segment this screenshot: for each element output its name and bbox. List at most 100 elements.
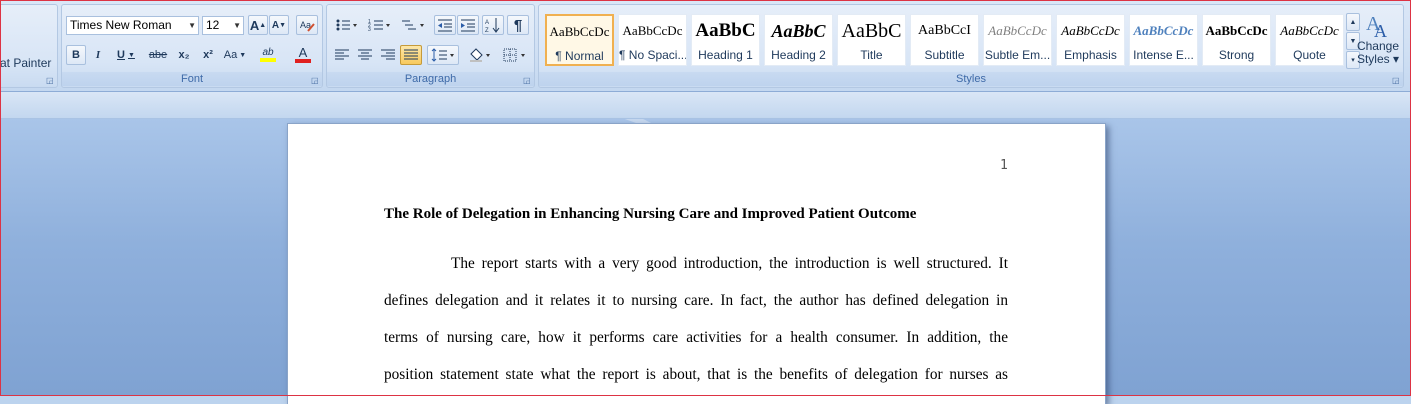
change-styles-button[interactable]: A A Change Styles ▾ [1355, 9, 1401, 73]
align-center-icon [358, 49, 372, 60]
font-color-button[interactable]: A [287, 45, 319, 65]
style-name: Subtle Em... [984, 48, 1051, 62]
font-size-combo[interactable]: 12 ▼ [202, 16, 244, 35]
style-sample: AaBbC [695, 20, 756, 41]
font-group-label: Font [62, 72, 322, 86]
paragraph-line[interactable]: defines delegation and it relates it to … [384, 292, 1008, 310]
style-name: ¶ No Spaci... [619, 48, 686, 62]
chevron-down-icon: ▼ [188, 21, 196, 30]
subscript-icon: x₂ [178, 49, 190, 61]
superscript-icon: x² [203, 49, 213, 61]
shrink-font-button[interactable]: A ▼ [269, 15, 289, 35]
svg-text:Z: Z [485, 28, 489, 33]
increase-indent-icon [461, 19, 475, 32]
svg-text:A: A [1374, 21, 1387, 40]
style-name: Subtitle [924, 48, 965, 62]
style-normal[interactable]: AaBbCcDc ¶ Normal [545, 14, 614, 66]
format-painter-button[interactable]: at Painter [0, 53, 57, 73]
style-name: Heading 1 [698, 48, 753, 62]
chevron-down-icon: ▼ [233, 21, 241, 30]
multilevel-list-button[interactable] [397, 15, 429, 35]
justify-button[interactable] [400, 45, 422, 65]
shrink-font-icon: A [271, 19, 280, 31]
style-sample: AaBbC [841, 20, 902, 42]
grow-font-icon: A [249, 17, 260, 33]
style-intense-emphasis[interactable]: AaBbCcDc Intense E... [1129, 14, 1198, 66]
paragraph-dialog-launcher-icon[interactable]: ◲ [523, 77, 531, 85]
ruler-strip [0, 92, 1411, 119]
borders-button[interactable] [499, 45, 531, 65]
font-color-swatch [295, 59, 311, 63]
align-right-button[interactable] [377, 45, 399, 65]
style-sample: AaBbC [771, 21, 826, 41]
underline-button[interactable]: U ▼ [111, 45, 141, 65]
font-group: Times New Roman ▼ 12 ▼ A ▲ A ▼ Aa B I U ▼ a… [61, 4, 323, 88]
style-name: Title [860, 48, 883, 62]
style-emphasis[interactable]: AaBbCcDc Emphasis [1056, 14, 1125, 66]
document-title[interactable]: The Role of Delegation in Enhancing Nurs… [384, 206, 916, 223]
clipboard-dialog-launcher-icon[interactable]: ◲ [46, 77, 54, 85]
format-painter-label: at Painter [0, 56, 52, 70]
paragraph-mark-icon: ¶ [513, 16, 523, 34]
clear-formatting-button[interactable]: Aa [296, 15, 318, 35]
style-heading-2[interactable]: AaBbC Heading 2 [764, 14, 833, 66]
style-heading-1[interactable]: AaBbC Heading 1 [691, 14, 760, 66]
paint-bucket-icon [470, 48, 490, 62]
sort-icon: AZ [485, 18, 500, 33]
svg-text:3: 3 [368, 27, 371, 32]
strikethrough-button[interactable]: abe [146, 45, 170, 65]
bullets-button[interactable] [331, 15, 361, 35]
style-name: Emphasis [1064, 48, 1117, 62]
borders-icon [503, 48, 525, 62]
highlight-color-swatch [260, 58, 276, 62]
style-sample: AaBbCcDc [622, 23, 683, 38]
subscript-button[interactable]: x₂ [173, 45, 195, 65]
style-no-spacing[interactable]: AaBbCcDc ¶ No Spaci... [618, 14, 687, 66]
shading-button[interactable] [464, 45, 496, 65]
numbering-icon: 123 [368, 19, 390, 32]
font-size-value: 12 [206, 18, 220, 32]
change-case-icon: Aa [223, 49, 238, 61]
style-title[interactable]: AaBbC Title [837, 14, 906, 66]
bold-button[interactable]: B [66, 45, 86, 65]
paragraph-line[interactable]: terms of nursing care, how it performs c… [384, 329, 1008, 347]
style-subtle-emphasis[interactable]: AaBbCcDc Subtle Em... [983, 14, 1052, 66]
text-highlight-button[interactable]: ab [252, 45, 284, 65]
italic-icon: I [95, 49, 101, 61]
decrease-indent-icon [438, 19, 452, 32]
style-name: Strong [1218, 48, 1255, 62]
style-quote[interactable]: AaBbCcDc Quote [1275, 14, 1344, 66]
line-spacing-button[interactable] [427, 45, 459, 65]
align-left-icon [335, 49, 349, 60]
align-left-button[interactable] [331, 45, 353, 65]
style-sample: AaBbCcDc [1280, 23, 1339, 38]
style-name: Intense E... [1133, 48, 1194, 62]
font-color-icon: A [298, 45, 308, 60]
change-case-button[interactable]: Aa ▼ [221, 45, 249, 65]
numbering-button[interactable]: 123 [364, 15, 394, 35]
style-name: ¶ Normal [555, 49, 604, 63]
bold-icon: B [72, 49, 80, 61]
font-dialog-launcher-icon[interactable]: ◲ [311, 77, 319, 85]
sort-button[interactable]: AZ [482, 15, 504, 35]
paragraph-line[interactable]: position statement state what the report… [384, 366, 1008, 384]
italic-button[interactable]: I [88, 45, 108, 65]
change-styles-icon: A A [1366, 13, 1387, 40]
decrease-indent-button[interactable] [434, 15, 456, 35]
superscript-button[interactable]: x² [197, 45, 219, 65]
change-styles-label-2: Styles ▾ [1356, 52, 1400, 66]
show-hide-marks-button[interactable]: ¶ [507, 15, 529, 35]
increase-indent-button[interactable] [457, 15, 479, 35]
grow-font-button[interactable]: A ▲ [248, 15, 268, 35]
align-center-button[interactable] [354, 45, 376, 65]
font-family-combo[interactable]: Times New Roman ▼ [66, 16, 199, 35]
clear-formatting-icon: Aa [300, 20, 315, 32]
style-subtitle[interactable]: AaBbCcI Subtitle [910, 14, 979, 66]
bullets-icon [336, 19, 357, 31]
paragraph-group: 123 AZ ¶ Paragraph ◲ [326, 4, 535, 88]
style-strong[interactable]: AaBbCcDc Strong [1202, 14, 1271, 66]
style-sample: AaBbCcDc [1061, 23, 1120, 38]
styles-dialog-launcher-icon[interactable]: ◲ [1392, 77, 1400, 85]
document-page[interactable]: 1 The Role of Delegation in Enhancing Nu… [287, 123, 1106, 404]
paragraph-line[interactable]: The report starts with a very good intro… [451, 255, 1008, 273]
